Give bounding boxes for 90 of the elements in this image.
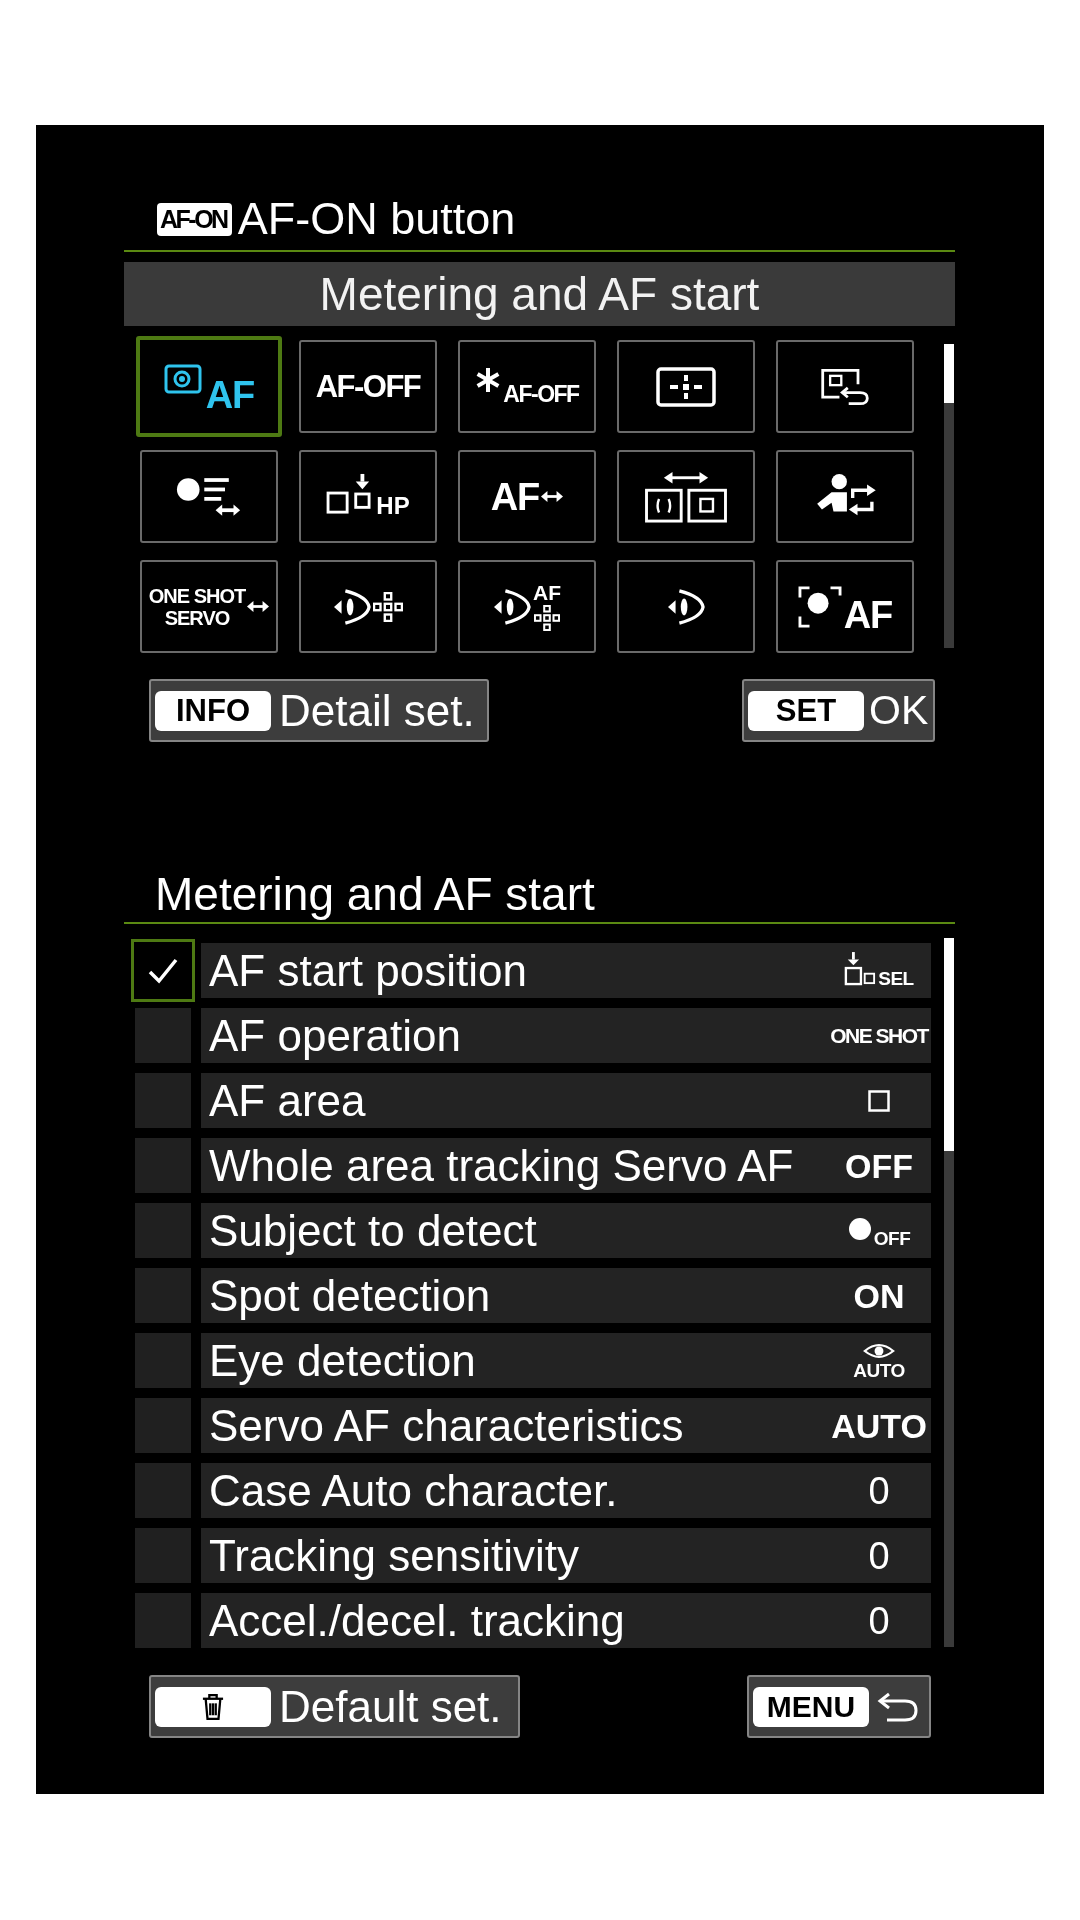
subject-frame-icon bbox=[797, 585, 842, 628]
setting-name: Tracking sensitivity bbox=[209, 1533, 580, 1578]
af-points-icon bbox=[534, 605, 560, 631]
setting-value: ON bbox=[853, 1278, 905, 1313]
list-item[interactable]: Servo AF characteristics AUTO bbox=[201, 1398, 931, 1453]
checkbox[interactable] bbox=[135, 1398, 191, 1453]
section-title: Metering and AF start bbox=[154, 868, 596, 920]
function-tile[interactable]: HP bbox=[299, 450, 437, 543]
eye-icon bbox=[493, 588, 531, 625]
area-switch-icon bbox=[644, 470, 728, 523]
af-on-key: AF-ON bbox=[157, 202, 232, 236]
checkbox[interactable] bbox=[135, 1138, 191, 1193]
setting-value: OFF bbox=[845, 1148, 913, 1183]
function-tile[interactable] bbox=[617, 560, 755, 653]
double-arrow-icon bbox=[247, 601, 270, 612]
eye-icon bbox=[863, 1341, 895, 1360]
menu-key: MENU bbox=[753, 1686, 869, 1727]
list-item[interactable]: Tracking sensitivity 0 bbox=[201, 1528, 931, 1583]
setting-value: OFF bbox=[873, 1229, 911, 1248]
function-tile[interactable]: ONE SHOT SERVO bbox=[140, 560, 278, 653]
checkbox[interactable] bbox=[135, 1333, 191, 1388]
af-points-icon bbox=[373, 591, 403, 622]
setting-value: ONE SHOT bbox=[830, 1025, 928, 1046]
double-arrow-icon bbox=[541, 491, 564, 502]
checkbox[interactable] bbox=[135, 1203, 191, 1258]
list-item[interactable]: Spot detection ON bbox=[201, 1268, 931, 1323]
setting-name: Accel./decel. tracking bbox=[209, 1598, 625, 1643]
list-item[interactable]: Eye detection AUTO bbox=[201, 1333, 931, 1388]
list-item[interactable]: Case Auto character. 0 bbox=[201, 1463, 931, 1518]
function-header: Metering and AF start bbox=[124, 262, 955, 326]
scrollbar-thumb bbox=[944, 344, 954, 403]
back-button[interactable]: MENU bbox=[747, 1675, 931, 1738]
default-set-button[interactable]: Default set. bbox=[149, 1675, 520, 1738]
setting-name: Case Auto character. bbox=[209, 1468, 618, 1513]
setting-name: AF start position bbox=[209, 948, 527, 993]
subject-frame-icon bbox=[163, 363, 204, 396]
setting-value: SEL bbox=[878, 969, 914, 988]
function-tile[interactable]: AF bbox=[776, 560, 914, 653]
setting-value: 0 bbox=[868, 1471, 890, 1510]
function-tile[interactable] bbox=[299, 560, 437, 653]
function-tile[interactable] bbox=[617, 340, 755, 433]
function-tile[interactable]: AF-OFF bbox=[458, 340, 596, 433]
setting-value: 0 bbox=[868, 1601, 890, 1640]
setting-name: Spot detection bbox=[209, 1273, 491, 1318]
setting-name: AF area bbox=[209, 1078, 366, 1123]
checkbox[interactable] bbox=[135, 1528, 191, 1583]
function-tile[interactable]: AF bbox=[458, 450, 596, 543]
checkbox[interactable] bbox=[131, 939, 195, 1002]
setting-name: Servo AF characteristics bbox=[209, 1403, 684, 1448]
setting-name: Eye detection bbox=[209, 1338, 476, 1383]
screen-title: AF-ON button bbox=[237, 193, 516, 245]
setting-name: Whole area tracking Servo AF bbox=[209, 1143, 794, 1188]
setting-value: AUTO bbox=[853, 1360, 905, 1380]
setting-name: AF operation bbox=[209, 1013, 461, 1058]
trash-icon bbox=[202, 1692, 224, 1721]
function-tile[interactable] bbox=[617, 450, 755, 543]
checkbox[interactable] bbox=[135, 1008, 191, 1063]
list-item[interactable]: Accel./decel. tracking 0 bbox=[201, 1593, 931, 1648]
asterisk-icon bbox=[475, 366, 502, 393]
info-key: INFO bbox=[155, 690, 271, 731]
start-position-icon bbox=[844, 951, 877, 986]
list-item[interactable]: Subject to detect OFF bbox=[201, 1203, 931, 1258]
checkbox[interactable] bbox=[135, 1073, 191, 1128]
function-tile[interactable]: AF-OFF bbox=[299, 340, 437, 433]
list-item[interactable]: Whole area tracking Servo AF OFF bbox=[201, 1138, 931, 1193]
frame-return-icon bbox=[819, 366, 871, 407]
setting-value: 0 bbox=[868, 1536, 890, 1575]
detail-set-button[interactable]: INFO Detail set. bbox=[149, 679, 489, 742]
function-tile[interactable] bbox=[776, 450, 914, 543]
checkbox[interactable] bbox=[135, 1593, 191, 1648]
checkmark-icon bbox=[148, 957, 178, 984]
function-tile[interactable] bbox=[140, 450, 278, 543]
back-icon bbox=[877, 1690, 919, 1723]
list-item[interactable]: AF start position SEL bbox=[201, 943, 931, 998]
subject-dot-icon bbox=[847, 1216, 872, 1241]
setting-value: AUTO bbox=[831, 1408, 927, 1443]
checkbox[interactable] bbox=[135, 1268, 191, 1323]
function-tile[interactable]: AF bbox=[136, 336, 282, 437]
checkbox[interactable] bbox=[135, 1463, 191, 1518]
list-item[interactable]: AF operation ONE SHOT bbox=[201, 1008, 931, 1063]
function-tile[interactable]: AF bbox=[458, 560, 596, 653]
setting-name: Subject to detect bbox=[209, 1208, 537, 1253]
ok-button[interactable]: SET OK bbox=[742, 679, 935, 742]
function-tile[interactable] bbox=[776, 340, 914, 433]
eye-icon bbox=[667, 588, 705, 625]
set-key: SET bbox=[748, 690, 864, 731]
list-item[interactable]: AF area bbox=[201, 1073, 931, 1128]
af-frame-icon bbox=[656, 366, 716, 407]
single-point-icon bbox=[868, 1089, 890, 1112]
eye-icon bbox=[333, 588, 371, 625]
